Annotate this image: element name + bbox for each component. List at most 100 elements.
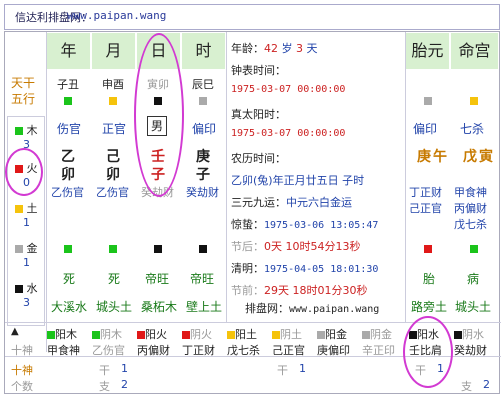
month-tengan: 申酉: [102, 78, 124, 91]
water-count: 3: [23, 296, 30, 309]
yin-earth-icon: [272, 331, 280, 339]
header-year: 年: [47, 33, 91, 69]
earth-label: 土: [26, 202, 38, 215]
jieqian-label: 节前：: [231, 284, 264, 297]
metal-square-icon: [15, 245, 23, 253]
water-label: 水: [26, 282, 38, 295]
yang-wood-label: 阳木: [55, 328, 77, 341]
day-pillar-highlight: [134, 33, 184, 197]
yin-fire-shishen: 丁正财: [182, 344, 215, 357]
yang-fire-shishen: 丙偏财: [137, 344, 170, 357]
solar-value: 1975-03-07 00:00:00: [231, 128, 346, 139]
yang-earth-label: 阳土: [235, 328, 257, 341]
yin-earth-shishen: 己正官: [272, 344, 305, 357]
year-gan-element-icon: [64, 97, 72, 105]
up-arrow-icon: ▲: [11, 326, 19, 337]
header-taiyuan: 胎元: [406, 33, 450, 69]
hour-tengan: 辰巳: [192, 78, 214, 91]
bottom-shishen-label: 十神: [11, 344, 33, 357]
minggong-state: 病: [467, 272, 480, 286]
site-value[interactable]: www.paipan.wang: [289, 304, 379, 315]
jieqian-value: 29天 18时01分30秒: [264, 284, 368, 297]
taiyuan-nayin: 路旁土: [411, 300, 448, 314]
top-bar: 信达利排盘网： www.paipan.wang: [4, 4, 500, 30]
taiyuan-zhi-element-icon: [424, 245, 432, 253]
taiyuan-zhi: 午: [433, 149, 447, 165]
minggong-gan-element-icon: [470, 97, 478, 105]
yin-fire-icon: [182, 331, 190, 339]
hour-nayin: 壁上土: [186, 300, 223, 314]
yang-metal-icon: [317, 331, 325, 339]
yin-wood-shishen: 乙伤官: [92, 344, 125, 357]
month-zhi-element-icon: [109, 245, 117, 253]
yin-water-shishen: 癸劫财: [454, 344, 487, 357]
bazi-chart: 年 月 日 时 胎元 命宫 天干 五行 木 3 火 0 土 1 金 1 水 3 …: [4, 31, 501, 394]
age-number: 42: [264, 42, 278, 55]
label-tiangan: 天干: [11, 76, 36, 90]
yang-wood-icon: [47, 331, 55, 339]
minggong-zhi-element-icon: [470, 245, 478, 253]
wood-label: 木: [26, 124, 38, 137]
day-zhi-element-icon: [154, 245, 162, 253]
jiehou-label: 节后：: [231, 240, 264, 253]
minggong-cang1: 甲食神: [454, 186, 487, 199]
lunar-value: 乙卯(兔)年正月廿五日 子时: [231, 174, 365, 187]
count-yin-earth: 1: [299, 362, 306, 375]
age-days-unit: 天: [306, 42, 318, 55]
water-square-icon: [15, 285, 23, 293]
count-label-yin-water: 支: [461, 380, 472, 393]
age-label: 年龄：: [231, 42, 264, 55]
year-zhi-element-icon: [64, 245, 72, 253]
taiyuan-shishen: 偏印: [413, 122, 438, 136]
yin-metal-shishen: 辛正印: [362, 344, 395, 357]
jiehou-value: 0天 10时54分13秒: [264, 240, 361, 253]
metal-count: 1: [23, 256, 30, 269]
qingming-label: 清明：: [231, 262, 264, 275]
year-state: 死: [63, 272, 76, 286]
year-gan: 乙: [61, 149, 75, 165]
yin-water-icon: [454, 331, 462, 339]
month-nayin: 城头土: [96, 300, 133, 314]
lunar-label: 农历时间：: [231, 152, 286, 165]
age-unit: 岁: [281, 42, 293, 55]
yin-metal-icon: [362, 331, 370, 339]
hour-zhi: 子: [196, 167, 210, 183]
minggong-cang2: 丙偏财: [454, 202, 487, 215]
yang-water-highlight: [403, 316, 453, 388]
qingming-value: 1975-04-05 18:01:30: [264, 264, 379, 275]
minggong-nayin: 城头土: [455, 300, 492, 314]
yang-fire-icon: [137, 331, 145, 339]
yang-metal-shishen: 庚偏印: [317, 344, 350, 357]
month-zhi: 卯: [106, 167, 120, 183]
jingzhe-label: 惊蛰：: [231, 218, 264, 231]
day-state: 帝旺: [145, 272, 170, 286]
yin-fire-label: 阴火: [190, 328, 212, 341]
taiyuan-state: 胎: [423, 272, 436, 286]
count-yin-wood-gan: 1: [121, 362, 128, 375]
site-url[interactable]: www.paipan.wang: [67, 9, 166, 22]
yin-metal-label: 阴金: [370, 328, 392, 341]
minggong-shishen: 七杀: [460, 122, 485, 136]
yin-wood-icon: [92, 331, 100, 339]
earth-count: 1: [23, 216, 30, 229]
clock-label: 钟表时间：: [231, 64, 286, 77]
yin-water-label: 阴水: [462, 328, 484, 341]
taiyuan-gan-element-icon: [424, 97, 432, 105]
yang-earth-icon: [227, 331, 235, 339]
yin-wood-label: 阴木: [100, 328, 122, 341]
sanyuan-label: 三元九运：: [231, 196, 286, 209]
hour-shishen: 偏印: [192, 122, 217, 136]
yin-earth-label: 阴土: [280, 328, 302, 341]
minggong-zhi: 寅: [479, 149, 493, 165]
header-hour: 时: [182, 33, 226, 69]
label-wuxing: 五行: [11, 92, 36, 106]
yang-fire-label: 阳火: [145, 328, 167, 341]
metal-label: 金: [26, 242, 38, 255]
count-label-yin-wood-gan: 干: [99, 364, 110, 377]
count-yin-wood-zhi: 2: [121, 378, 128, 391]
hour-state: 帝旺: [190, 272, 215, 286]
header-minggong: 命宫: [451, 33, 499, 69]
count-label-yin-earth: 干: [277, 364, 288, 377]
wood-square-icon: [15, 127, 23, 135]
year-canggan: 乙伤官: [51, 186, 84, 199]
